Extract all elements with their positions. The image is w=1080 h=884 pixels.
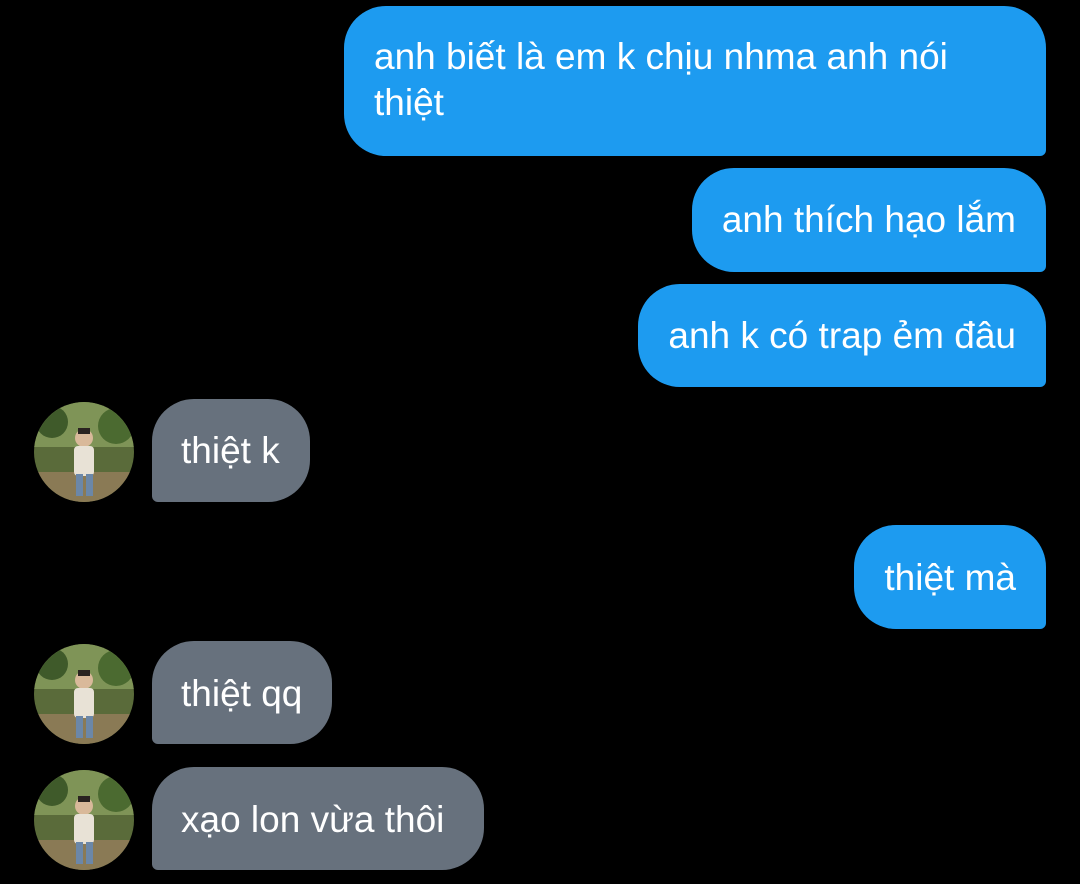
avatar-image bbox=[34, 644, 134, 744]
incoming-message-bubble[interactable]: thiệt qq bbox=[152, 641, 333, 744]
chat-thread: anh biết là em k chịu nhma anh nói thiệt… bbox=[0, 0, 1080, 884]
outgoing-message-bubble[interactable]: anh k có trap ẻm đâu bbox=[638, 284, 1046, 387]
incoming-message-bubble[interactable]: xạo lon vừa thôi bbox=[152, 767, 485, 870]
avatar-image bbox=[34, 402, 134, 502]
avatar-image bbox=[34, 770, 134, 870]
user-photo-avatar-icon[interactable] bbox=[34, 402, 134, 502]
outgoing-message-bubble[interactable]: thiệt mà bbox=[854, 525, 1046, 629]
user-photo-avatar-icon[interactable] bbox=[34, 770, 134, 870]
incoming-message-bubble[interactable]: thiệt k bbox=[152, 399, 310, 502]
outgoing-message-bubble[interactable]: anh biết là em k chịu nhma anh nói thiệt bbox=[344, 6, 1046, 156]
user-photo-avatar-icon[interactable] bbox=[34, 644, 134, 744]
outgoing-message-bubble[interactable]: anh thích hạo lắm bbox=[691, 168, 1046, 272]
